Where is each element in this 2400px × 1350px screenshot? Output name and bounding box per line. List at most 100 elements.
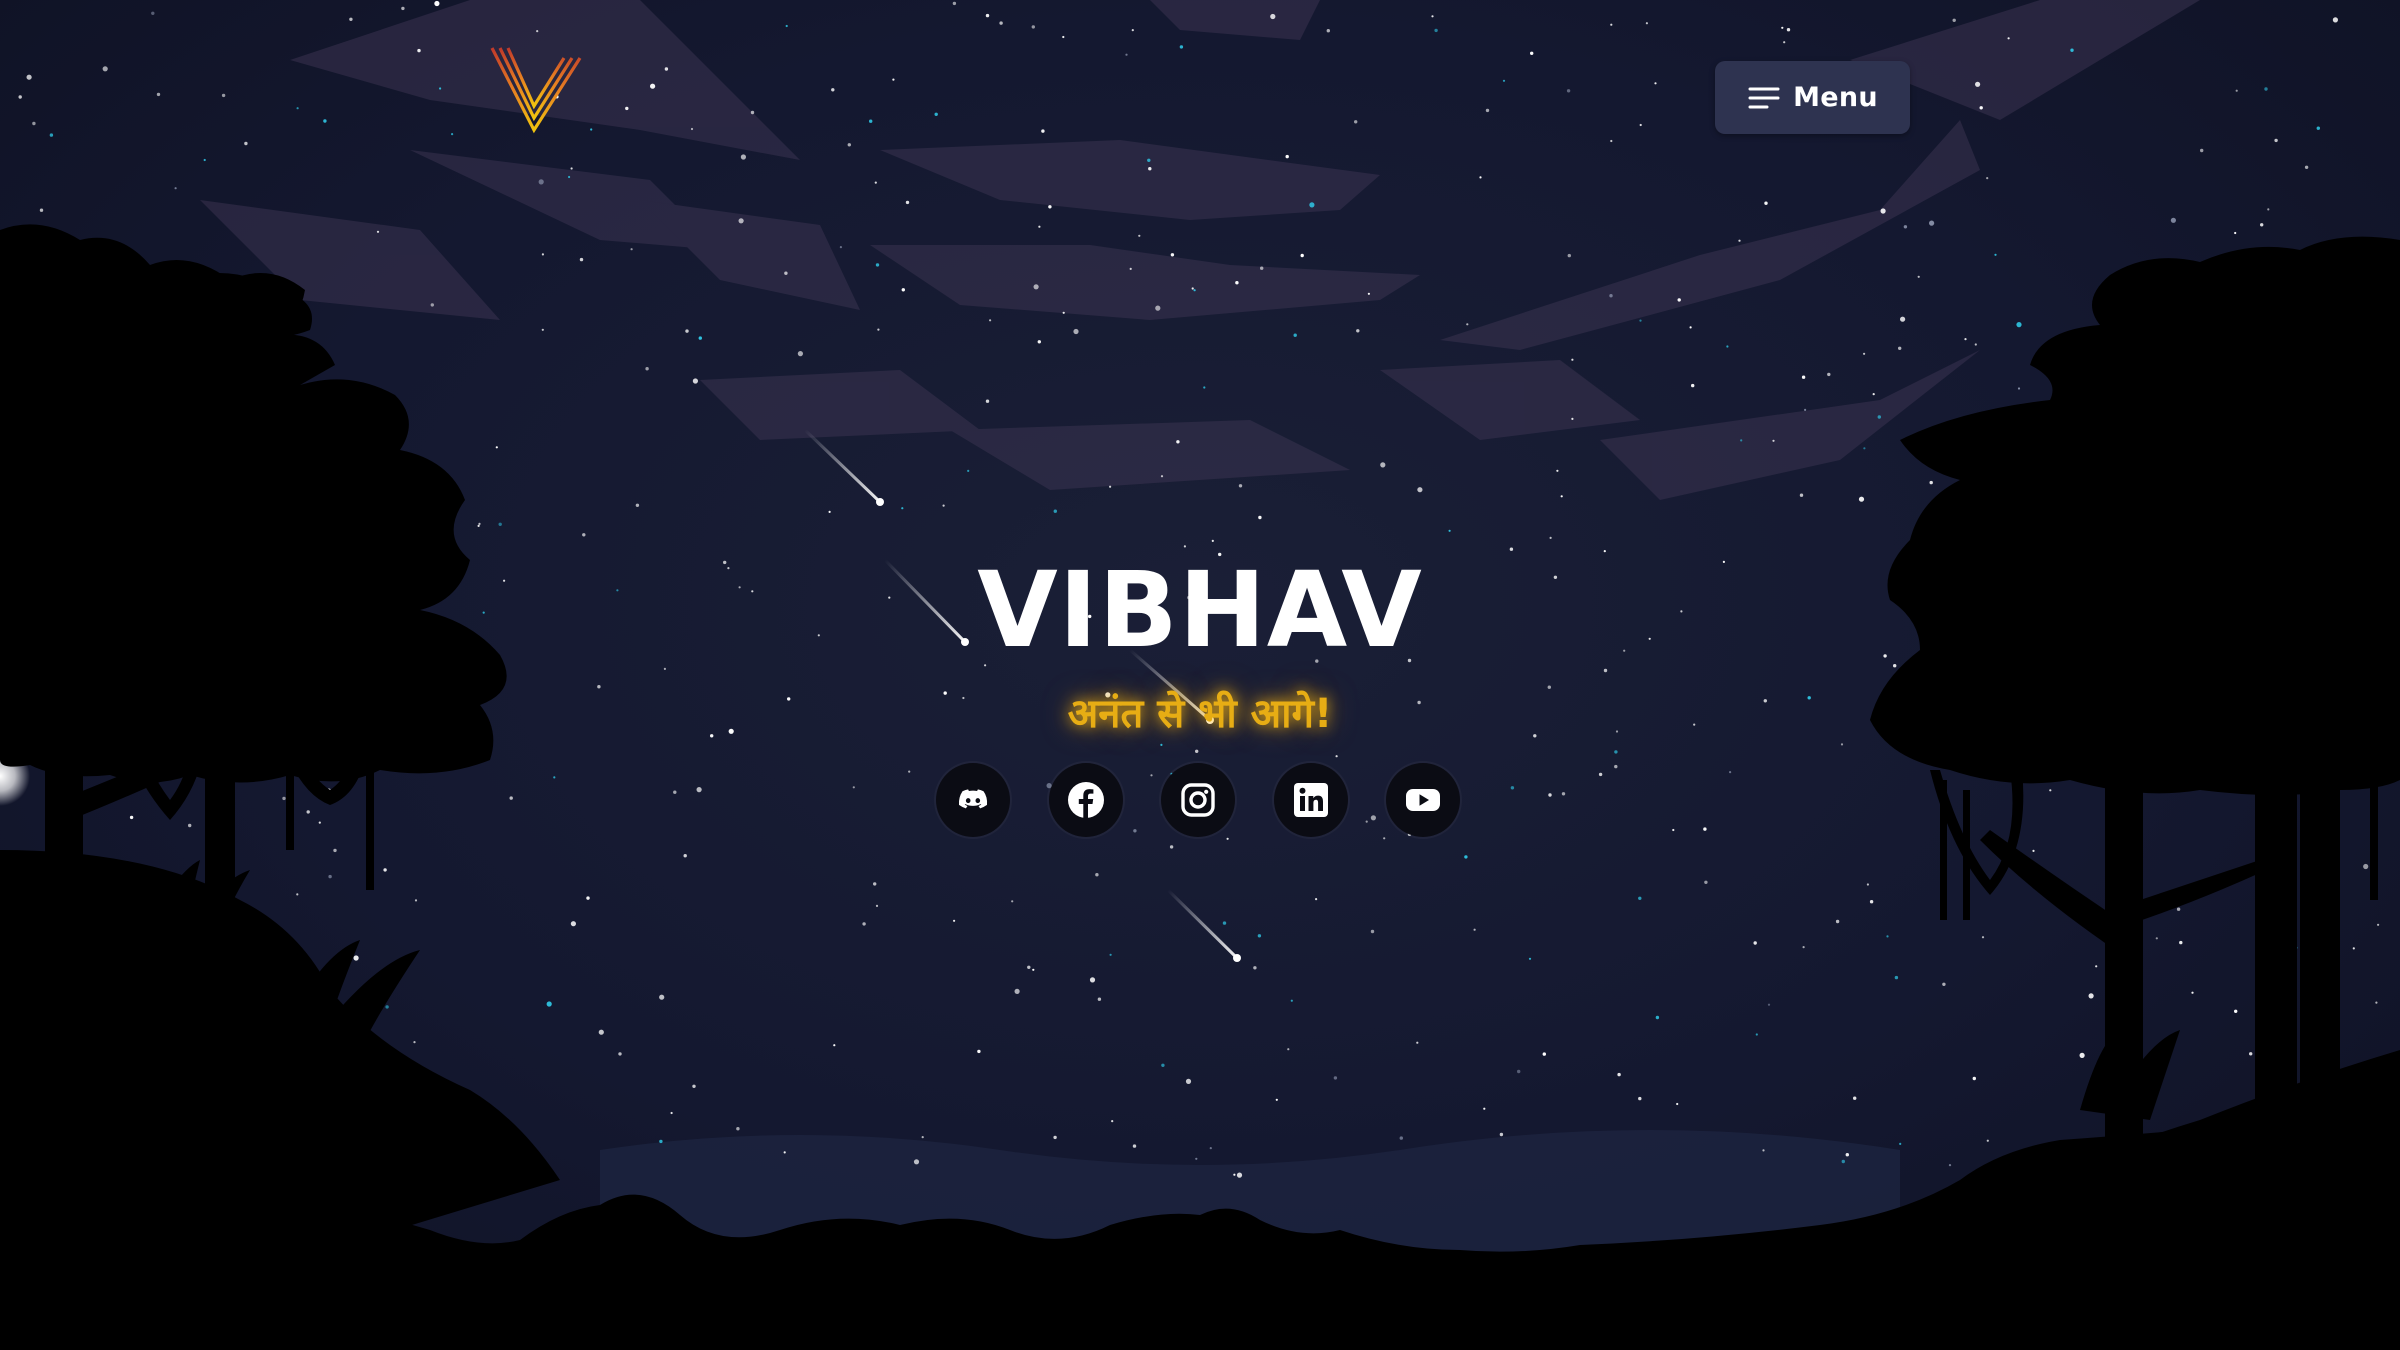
star xyxy=(1835,919,1840,924)
star xyxy=(1211,539,1214,543)
star xyxy=(1502,79,1506,82)
star xyxy=(908,770,911,773)
star xyxy=(2200,148,2204,153)
star xyxy=(989,319,992,322)
star xyxy=(1193,289,1196,292)
star xyxy=(1287,1048,1290,1051)
star xyxy=(1479,176,1482,179)
star xyxy=(953,919,956,922)
instagram-link[interactable] xyxy=(1161,763,1235,837)
star xyxy=(306,810,310,814)
star xyxy=(1285,154,1289,159)
star xyxy=(2235,89,2238,92)
star xyxy=(921,1136,924,1139)
right-tree-silhouette xyxy=(1870,236,2400,1260)
star xyxy=(1125,53,1128,56)
star xyxy=(509,796,513,800)
star xyxy=(1031,25,1036,29)
star xyxy=(32,121,36,126)
star xyxy=(901,288,905,292)
star xyxy=(1203,386,1206,389)
star xyxy=(296,107,299,110)
star xyxy=(1986,177,1989,180)
star xyxy=(296,893,299,896)
star xyxy=(2377,923,2380,926)
star xyxy=(2274,138,2278,143)
star xyxy=(874,181,877,184)
star xyxy=(1260,266,1264,270)
star xyxy=(129,815,134,820)
star xyxy=(1610,139,1613,143)
linkedin-link[interactable] xyxy=(1274,763,1348,837)
star xyxy=(650,83,656,89)
star xyxy=(1367,292,1370,295)
star xyxy=(690,127,694,131)
star xyxy=(1431,15,1434,18)
star xyxy=(328,874,332,879)
star xyxy=(1786,28,1791,32)
star xyxy=(413,1041,416,1044)
star xyxy=(1549,536,1552,540)
star xyxy=(1872,393,1875,396)
star xyxy=(318,821,321,824)
star xyxy=(1974,343,1977,346)
star xyxy=(1567,253,1572,258)
star xyxy=(1169,845,1174,849)
star xyxy=(498,522,502,526)
star xyxy=(1483,1107,1486,1110)
youtube-icon xyxy=(1406,789,1440,811)
star xyxy=(536,30,539,33)
star xyxy=(1300,253,1304,258)
star xyxy=(1510,786,1515,790)
hamburger-icon xyxy=(1748,87,1780,108)
star xyxy=(1473,928,1476,931)
star xyxy=(1416,1041,1419,1044)
menu-label: Menu xyxy=(1793,82,1878,113)
star xyxy=(495,446,498,449)
star xyxy=(659,1139,663,1144)
star xyxy=(1155,305,1161,311)
star xyxy=(1609,294,1613,298)
star xyxy=(1556,469,1559,472)
star xyxy=(670,1111,673,1115)
star xyxy=(1638,896,1642,900)
star xyxy=(1309,202,1315,208)
discord-link[interactable] xyxy=(936,763,1010,837)
star xyxy=(2007,37,2010,40)
star xyxy=(2049,789,2052,792)
star xyxy=(1073,328,1079,335)
star xyxy=(1209,1147,1212,1150)
star xyxy=(203,158,206,162)
star xyxy=(2017,387,2021,390)
star xyxy=(2079,1052,2085,1058)
star xyxy=(1315,898,1318,901)
facebook-link[interactable] xyxy=(1049,763,1123,837)
star xyxy=(869,119,873,123)
star xyxy=(1994,253,1997,256)
star xyxy=(323,119,327,123)
star xyxy=(1767,1003,1771,1006)
youtube-link[interactable] xyxy=(1386,763,1460,837)
star xyxy=(1222,921,1227,925)
star xyxy=(1853,1096,1857,1100)
landing-page: Menu VIBHAV अनंत से भी आगे! xyxy=(0,0,2400,1350)
star xyxy=(875,904,879,908)
star xyxy=(538,179,544,185)
star xyxy=(1129,267,1132,270)
star xyxy=(1561,792,1566,796)
menu-button[interactable]: Menu xyxy=(1715,61,1910,134)
star xyxy=(852,786,855,789)
star xyxy=(1290,999,1293,1002)
star xyxy=(1672,828,1675,832)
star xyxy=(630,248,633,251)
star xyxy=(1037,340,1042,344)
star xyxy=(873,882,877,886)
star xyxy=(1485,108,1490,113)
star xyxy=(952,1,957,6)
star xyxy=(1160,475,1164,478)
star xyxy=(1738,239,1741,242)
v-logo-icon[interactable] xyxy=(488,44,584,134)
star xyxy=(1236,1172,1243,1178)
star xyxy=(2070,48,2074,52)
star xyxy=(1804,408,1807,411)
